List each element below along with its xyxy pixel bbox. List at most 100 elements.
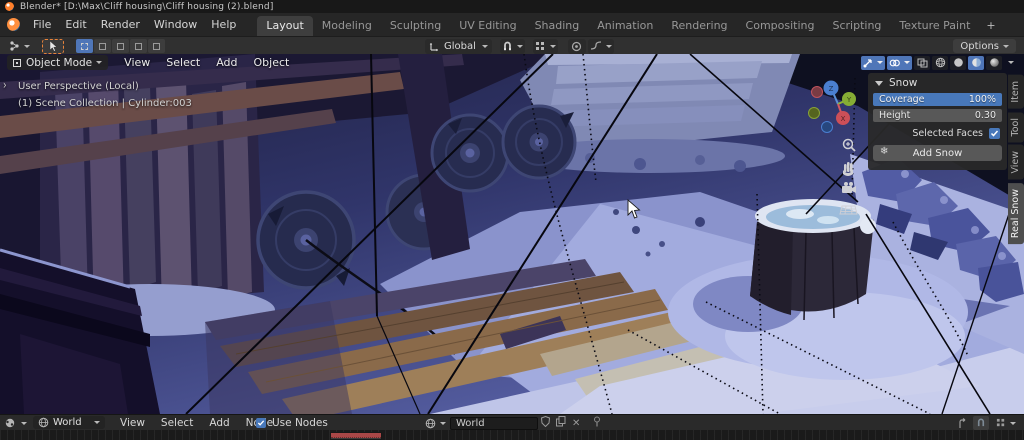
select-box-tool-button[interactable] xyxy=(42,39,64,54)
menu-window[interactable]: Window xyxy=(147,13,204,36)
workspace-tab-compositing[interactable]: Compositing xyxy=(737,16,824,36)
workspace-tab-modeling[interactable]: Modeling xyxy=(313,16,381,36)
shader-node-header xyxy=(331,433,381,438)
window-title: Blender* [D:\Max\Cliff housing\Cliff hou… xyxy=(20,2,274,12)
proportional-falloff-dropdown[interactable] xyxy=(588,39,614,54)
gizmo-z-label: Z xyxy=(829,85,834,93)
xray-toggle-button[interactable] xyxy=(914,56,930,70)
proportional-circle-icon xyxy=(571,41,582,52)
cable-reel-upper-left[interactable] xyxy=(432,115,508,191)
add-snow-button[interactable]: ❄ Add Snow xyxy=(873,145,1002,161)
select-mode-extend-button[interactable] xyxy=(94,39,111,53)
blender-menu-icon[interactable] xyxy=(7,18,20,31)
new-copy-icon[interactable] xyxy=(553,416,569,430)
workspace-tab-layout[interactable]: Layout xyxy=(257,16,312,36)
workspace-tab-scripting[interactable]: Scripting xyxy=(823,16,890,36)
sidebar-tab-view[interactable]: View xyxy=(1008,145,1024,180)
pin-icon[interactable] xyxy=(589,416,605,430)
shader-menu-view[interactable]: View xyxy=(112,417,153,429)
proportional-editing-button[interactable] xyxy=(568,39,586,54)
use-nodes-row: Use Nodes xyxy=(256,416,328,430)
select-mode-subtract-button[interactable] xyxy=(112,39,129,53)
snap-with-dropdown[interactable] xyxy=(533,39,558,54)
height-field[interactable]: Height 0.30 xyxy=(873,109,1002,122)
shading-rendered-button[interactable] xyxy=(986,56,1002,70)
workspace-tabs: Layout Modeling Sculpting UV Editing Sha… xyxy=(257,13,1002,36)
use-nodes-checkbox[interactable] xyxy=(256,418,266,428)
menu-render[interactable]: Render xyxy=(94,13,147,36)
snap-points-icon xyxy=(535,41,546,52)
tool-properties-dropdown[interactable] xyxy=(6,39,32,54)
snap-node-button[interactable] xyxy=(973,416,989,430)
mode-label: Object Mode xyxy=(26,57,92,69)
height-label: Height xyxy=(879,110,910,121)
show-gizmo-dropdown[interactable] xyxy=(861,56,885,70)
mode-dropdown[interactable]: Object Mode xyxy=(7,55,108,70)
shader-type-label: World xyxy=(53,417,82,428)
node-editor-strip[interactable] xyxy=(0,430,1024,440)
viewport-menu-view[interactable]: View xyxy=(116,56,158,69)
snow-panel: Snow Coverage 100% Height 0.30 Selected … xyxy=(868,73,1007,170)
transform-orientation-dropdown[interactable]: Global xyxy=(425,39,492,54)
world-name-field[interactable]: World xyxy=(450,417,538,430)
sidebar-tab-tool[interactable]: Tool xyxy=(1008,112,1024,142)
show-overlays-dropdown[interactable] xyxy=(887,56,912,70)
workspace-tab-shading[interactable]: Shading xyxy=(526,16,589,36)
shader-editor-icon xyxy=(4,417,17,429)
magnet-icon xyxy=(502,41,513,52)
workspace-tab-uv-editing[interactable]: UV Editing xyxy=(450,16,525,36)
window-titlebar[interactable]: Blender* [D:\Max\Cliff housing\Cliff hou… xyxy=(0,0,1024,13)
viewport-3d[interactable]: Z Y X xyxy=(0,54,1024,414)
sidebar-tab-item[interactable]: Item xyxy=(1008,75,1024,109)
shader-menu-select[interactable]: Select xyxy=(153,417,201,429)
workspace-tab-texture-paint[interactable]: Texture Paint xyxy=(890,16,979,36)
options-label: Options xyxy=(960,41,999,52)
blender-logo-icon xyxy=(5,2,14,11)
menu-file[interactable]: File xyxy=(26,13,58,36)
select-mode-invert-button[interactable] xyxy=(130,39,147,53)
shading-wireframe-button[interactable] xyxy=(932,56,948,70)
coverage-slider[interactable]: Coverage 100% xyxy=(873,93,1002,106)
viewport-menu-add[interactable]: Add xyxy=(208,56,245,69)
shading-solid-button[interactable] xyxy=(950,56,966,70)
select-mode-intersect-button[interactable] xyxy=(148,39,165,53)
orientation-label: Global xyxy=(444,41,476,52)
sidebar-tab-real-snow[interactable]: Real Snow xyxy=(1008,183,1024,244)
menu-edit[interactable]: Edit xyxy=(58,13,93,36)
shader-node[interactable] xyxy=(330,432,382,440)
fake-user-shield-icon[interactable] xyxy=(538,416,553,430)
workspace-tab-rendering[interactable]: Rendering xyxy=(662,16,736,36)
topbar: File Edit Render Window Help Layout Mode… xyxy=(0,13,1024,36)
shading-dropdown-chevron[interactable] xyxy=(1008,61,1014,64)
viewport-menu-select[interactable]: Select xyxy=(158,56,208,69)
panel-collapse-icon xyxy=(875,81,883,86)
selected-faces-row: Selected Faces xyxy=(873,128,1002,139)
select-mode-set-button[interactable] xyxy=(76,39,93,53)
cable-reel-upper-right[interactable] xyxy=(503,106,575,178)
shader-menu-add[interactable]: Add xyxy=(201,417,237,429)
add-workspace-button[interactable]: + xyxy=(979,16,1002,36)
viewport-shading-controls xyxy=(861,55,1014,70)
editor-type-dropdown[interactable] xyxy=(4,416,27,430)
snap-points-icon xyxy=(996,418,1006,428)
orientation-axes-icon xyxy=(429,41,440,52)
viewport-menu-object[interactable]: Object xyxy=(246,56,298,69)
shading-material-button[interactable] xyxy=(968,56,984,70)
workspace-tab-animation[interactable]: Animation xyxy=(588,16,662,36)
xray-icon xyxy=(917,58,928,68)
options-dropdown[interactable]: Options xyxy=(953,39,1016,53)
selected-faces-checkbox[interactable] xyxy=(989,128,1000,139)
toolbar-expand-arrow[interactable]: › xyxy=(3,79,7,93)
snap-target-dropdown[interactable] xyxy=(994,416,1018,430)
snap-toggle-button[interactable] xyxy=(500,39,525,54)
viewport-collection-label: (1) Scene Collection | Cylinder:003 xyxy=(18,95,192,112)
object-mode-icon xyxy=(13,59,21,67)
check-icon xyxy=(257,419,265,427)
unlink-icon[interactable]: ✕ xyxy=(569,418,583,429)
menu-help[interactable]: Help xyxy=(204,13,243,36)
snow-panel-header[interactable]: Snow xyxy=(873,76,1002,90)
viewport-info-overlay: User Perspective (Local) (1) Scene Colle… xyxy=(18,78,192,112)
workspace-tab-sculpting[interactable]: Sculpting xyxy=(381,16,450,36)
shader-type-dropdown[interactable]: World xyxy=(33,416,105,429)
tool-icon xyxy=(8,40,20,52)
